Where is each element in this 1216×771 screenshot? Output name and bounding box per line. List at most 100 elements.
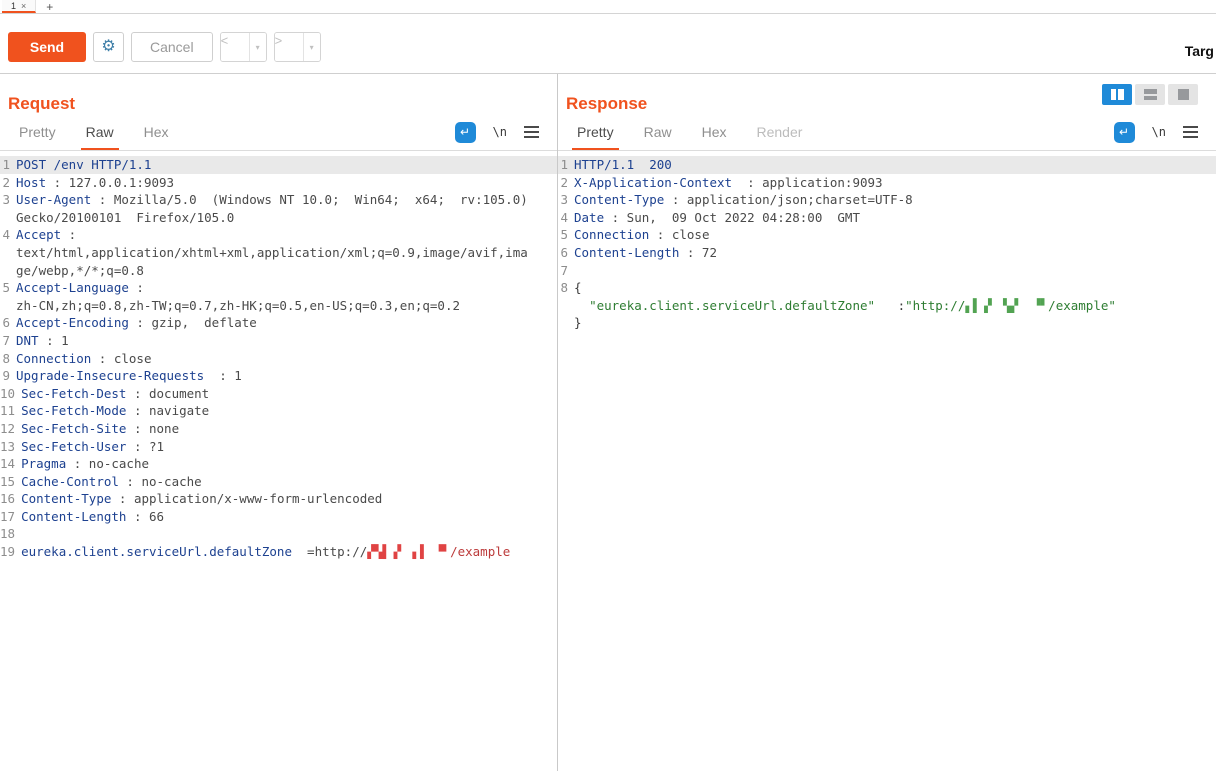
code-line[interactable]: 7 DNT : 1 bbox=[0, 332, 557, 350]
code-text: } bbox=[574, 315, 582, 331]
code-text: Gecko/20100101 Firefox/105.0 bbox=[16, 209, 235, 225]
code-text: Cache-Control : no-cache bbox=[21, 473, 202, 489]
line-number bbox=[0, 262, 16, 280]
code-line[interactable]: 17 Content-Length : 66 bbox=[0, 508, 557, 526]
repeater-tab-1[interactable]: 1 × bbox=[2, 0, 37, 13]
code-text: zh-CN,zh;q=0.8,zh-TW;q=0.7,zh-HK;q=0.5,e… bbox=[16, 297, 461, 313]
line-number: 10 bbox=[0, 385, 16, 401]
line-number: 8 bbox=[560, 280, 568, 296]
gear-icon: ⚙ bbox=[101, 38, 116, 55]
response-tab-pretty[interactable]: Pretty bbox=[562, 114, 629, 150]
response-editor[interactable]: 1 HTTP/1.1 200 2 X-Application-Context : ap… bbox=[558, 151, 1216, 771]
back-button-group: < ▾ bbox=[219, 32, 267, 62]
line-number: 6 bbox=[560, 244, 568, 260]
code-line[interactable]: Gecko/20100101 Firefox/105.0 bbox=[0, 209, 557, 227]
code-text: DNT : 1 bbox=[16, 332, 69, 348]
newline-toggle-icon[interactable]: \n bbox=[1152, 125, 1166, 139]
layout-single-button[interactable] bbox=[1168, 84, 1198, 105]
code-line[interactable]: 14 Pragma : no-cache bbox=[0, 455, 557, 473]
back-button[interactable]: < bbox=[220, 33, 249, 61]
code-line[interactable]: 19 eureka.client.serviceUrl.defaultZone =… bbox=[0, 543, 557, 561]
target-label: Targ bbox=[1184, 43, 1214, 59]
code-line[interactable]: "eureka.client.serviceUrl.defaultZone" :… bbox=[558, 297, 1216, 315]
back-dropdown-icon[interactable]: ▾ bbox=[248, 33, 266, 61]
code-text: Host : 127.0.0.1:9093 bbox=[16, 174, 175, 190]
tab-close-icon[interactable]: × bbox=[21, 1, 26, 11]
request-tab-hex[interactable]: Hex bbox=[129, 114, 184, 150]
response-tab-hex[interactable]: Hex bbox=[687, 114, 742, 150]
code-line[interactable]: 11 Sec-Fetch-Mode : navigate bbox=[0, 402, 557, 420]
line-number: 19 bbox=[0, 544, 16, 560]
line-number: 1 bbox=[2, 157, 10, 172]
request-tab-pretty[interactable]: Pretty bbox=[4, 114, 71, 150]
code-line[interactable]: 16 Content-Type : application/x-www-form-… bbox=[0, 490, 557, 508]
line-number: 2 bbox=[2, 174, 10, 190]
code-text: Sec-Fetch-Site : none bbox=[21, 420, 180, 436]
code-text: Connection : close bbox=[574, 227, 710, 243]
newline-toggle-icon[interactable]: \n bbox=[493, 125, 507, 139]
layout-columns-button[interactable] bbox=[1102, 84, 1132, 105]
code-line[interactable]: 8{ bbox=[558, 279, 1216, 297]
editor-menu-icon[interactable] bbox=[524, 126, 539, 138]
forward-button-group: > ▾ bbox=[273, 32, 321, 62]
forward-dropdown-icon[interactable]: ▾ bbox=[302, 33, 320, 61]
code-line[interactable]: 9 Upgrade-Insecure-Requests : 1 bbox=[0, 367, 557, 385]
line-number: 17 bbox=[0, 508, 16, 524]
code-line[interactable]: 2 X-Application-Context : application:909… bbox=[558, 174, 1216, 192]
code-text: Date : Sun, 09 Oct 2022 04:28:00 GMT bbox=[574, 209, 860, 225]
code-line[interactable]: 8 Connection : close bbox=[0, 350, 557, 368]
editor-menu-icon[interactable] bbox=[1183, 126, 1198, 138]
code-line[interactable]: 4 Date : Sun, 09 Oct 2022 04:28:00 GMT bbox=[558, 209, 1216, 227]
wrap-toggle-icon[interactable]: ↵ bbox=[454, 121, 476, 143]
code-text: Accept-Language : bbox=[16, 280, 144, 296]
code-line[interactable]: text/html,application/xhtml+xml,applicat… bbox=[0, 244, 557, 262]
cancel-button[interactable]: Cancel bbox=[131, 32, 213, 62]
response-tab-render[interactable]: Render bbox=[742, 114, 818, 150]
code-line[interactable]: 12 Sec-Fetch-Site : none bbox=[0, 420, 557, 438]
code-line[interactable]: 18 bbox=[0, 525, 557, 543]
toolbar: Send ⚙ Cancel < ▾ > ▾ Targ bbox=[0, 14, 1216, 74]
code-line[interactable]: 10 Sec-Fetch-Dest : document bbox=[0, 385, 557, 403]
send-button[interactable]: Send bbox=[8, 32, 86, 62]
response-tab-raw[interactable]: Raw bbox=[629, 114, 687, 150]
code-text: Upgrade-Insecure-Requests : 1 bbox=[16, 368, 242, 384]
line-number: 7 bbox=[560, 262, 568, 278]
line-number: 9 bbox=[2, 368, 10, 384]
code-text: Sec-Fetch-Dest : document bbox=[21, 385, 210, 401]
code-line[interactable]: 13 Sec-Fetch-User : ?1 bbox=[0, 438, 557, 456]
new-tab-button[interactable]: + bbox=[36, 0, 63, 14]
code-line[interactable]: 5 Connection : close bbox=[558, 226, 1216, 244]
code-line[interactable]: 7 bbox=[558, 262, 1216, 280]
code-line[interactable]: 4 Accept : bbox=[0, 226, 557, 244]
forward-button[interactable]: > bbox=[274, 33, 303, 61]
code-line[interactable]: 5 Accept-Language : bbox=[0, 279, 557, 297]
line-number: 7 bbox=[2, 332, 10, 348]
layout-rows-button[interactable] bbox=[1135, 84, 1165, 105]
code-line[interactable]: 1 HTTP/1.1 200 bbox=[558, 156, 1216, 174]
code-line[interactable]: ge/webp,*/*;q=0.8 bbox=[0, 262, 557, 280]
code-line[interactable]: 1 POST /env HTTP/1.1 bbox=[0, 156, 557, 174]
code-text: Content-Length : 72 bbox=[574, 244, 717, 260]
wrap-toggle-icon[interactable]: ↵ bbox=[1113, 121, 1135, 143]
line-number: 5 bbox=[560, 227, 568, 243]
line-number: 12 bbox=[0, 420, 16, 436]
code-text: "eureka.client.serviceUrl.defaultZone" :… bbox=[589, 297, 1116, 313]
code-line[interactable]: 3 Content-Type : application/json;charset… bbox=[558, 191, 1216, 209]
code-text: Content-Length : 66 bbox=[21, 508, 165, 524]
line-number: 8 bbox=[2, 350, 10, 366]
request-panel: Request Pretty Raw Hex ↵ \n 1 POST /env H… bbox=[0, 74, 557, 771]
line-number bbox=[0, 209, 16, 227]
code-line[interactable]: 3 User-Agent : Mozilla/5.0 (Windows NT 10… bbox=[0, 191, 557, 209]
code-line[interactable]: 6 Accept-Encoding : gzip, deflate bbox=[0, 314, 557, 332]
code-line[interactable]: zh-CN,zh;q=0.8,zh-TW;q=0.7,zh-HK;q=0.5,e… bbox=[0, 297, 557, 315]
code-text: eureka.client.serviceUrl.defaultZone =ht… bbox=[21, 544, 511, 560]
code-line[interactable]: } bbox=[558, 314, 1216, 332]
settings-button[interactable]: ⚙ bbox=[93, 32, 124, 62]
request-editor[interactable]: 1 POST /env HTTP/1.1 2 Host : 127.0.0.1:909… bbox=[0, 151, 557, 771]
code-line[interactable]: 2 Host : 127.0.0.1:9093 bbox=[0, 174, 557, 192]
request-tab-raw[interactable]: Raw bbox=[71, 114, 129, 150]
code-line[interactable]: 6 Content-Length : 72 bbox=[558, 244, 1216, 262]
code-text: Content-Type : application/json;charset=… bbox=[574, 192, 913, 208]
code-line[interactable]: 15 Cache-Control : no-cache bbox=[0, 473, 557, 491]
request-header: Request bbox=[0, 74, 557, 114]
